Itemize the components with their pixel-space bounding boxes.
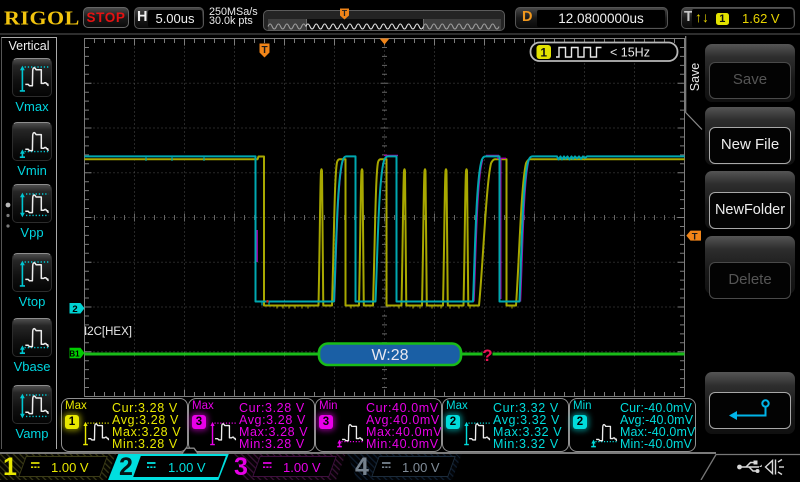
svg-text:1: 1	[540, 46, 547, 60]
svg-text:2: 2	[72, 304, 77, 315]
svg-text:T: T	[342, 8, 348, 18]
svg-text:I2C[HEX]: I2C[HEX]	[84, 326, 132, 338]
svg-text:< 15Hz: < 15Hz	[610, 46, 650, 60]
svg-text:T: T	[261, 45, 267, 56]
svg-text:B1: B1	[69, 350, 80, 359]
svg-text:W:28: W:28	[371, 347, 408, 364]
svg-text:T: T	[692, 231, 698, 242]
svg-text:?: ?	[482, 346, 492, 365]
